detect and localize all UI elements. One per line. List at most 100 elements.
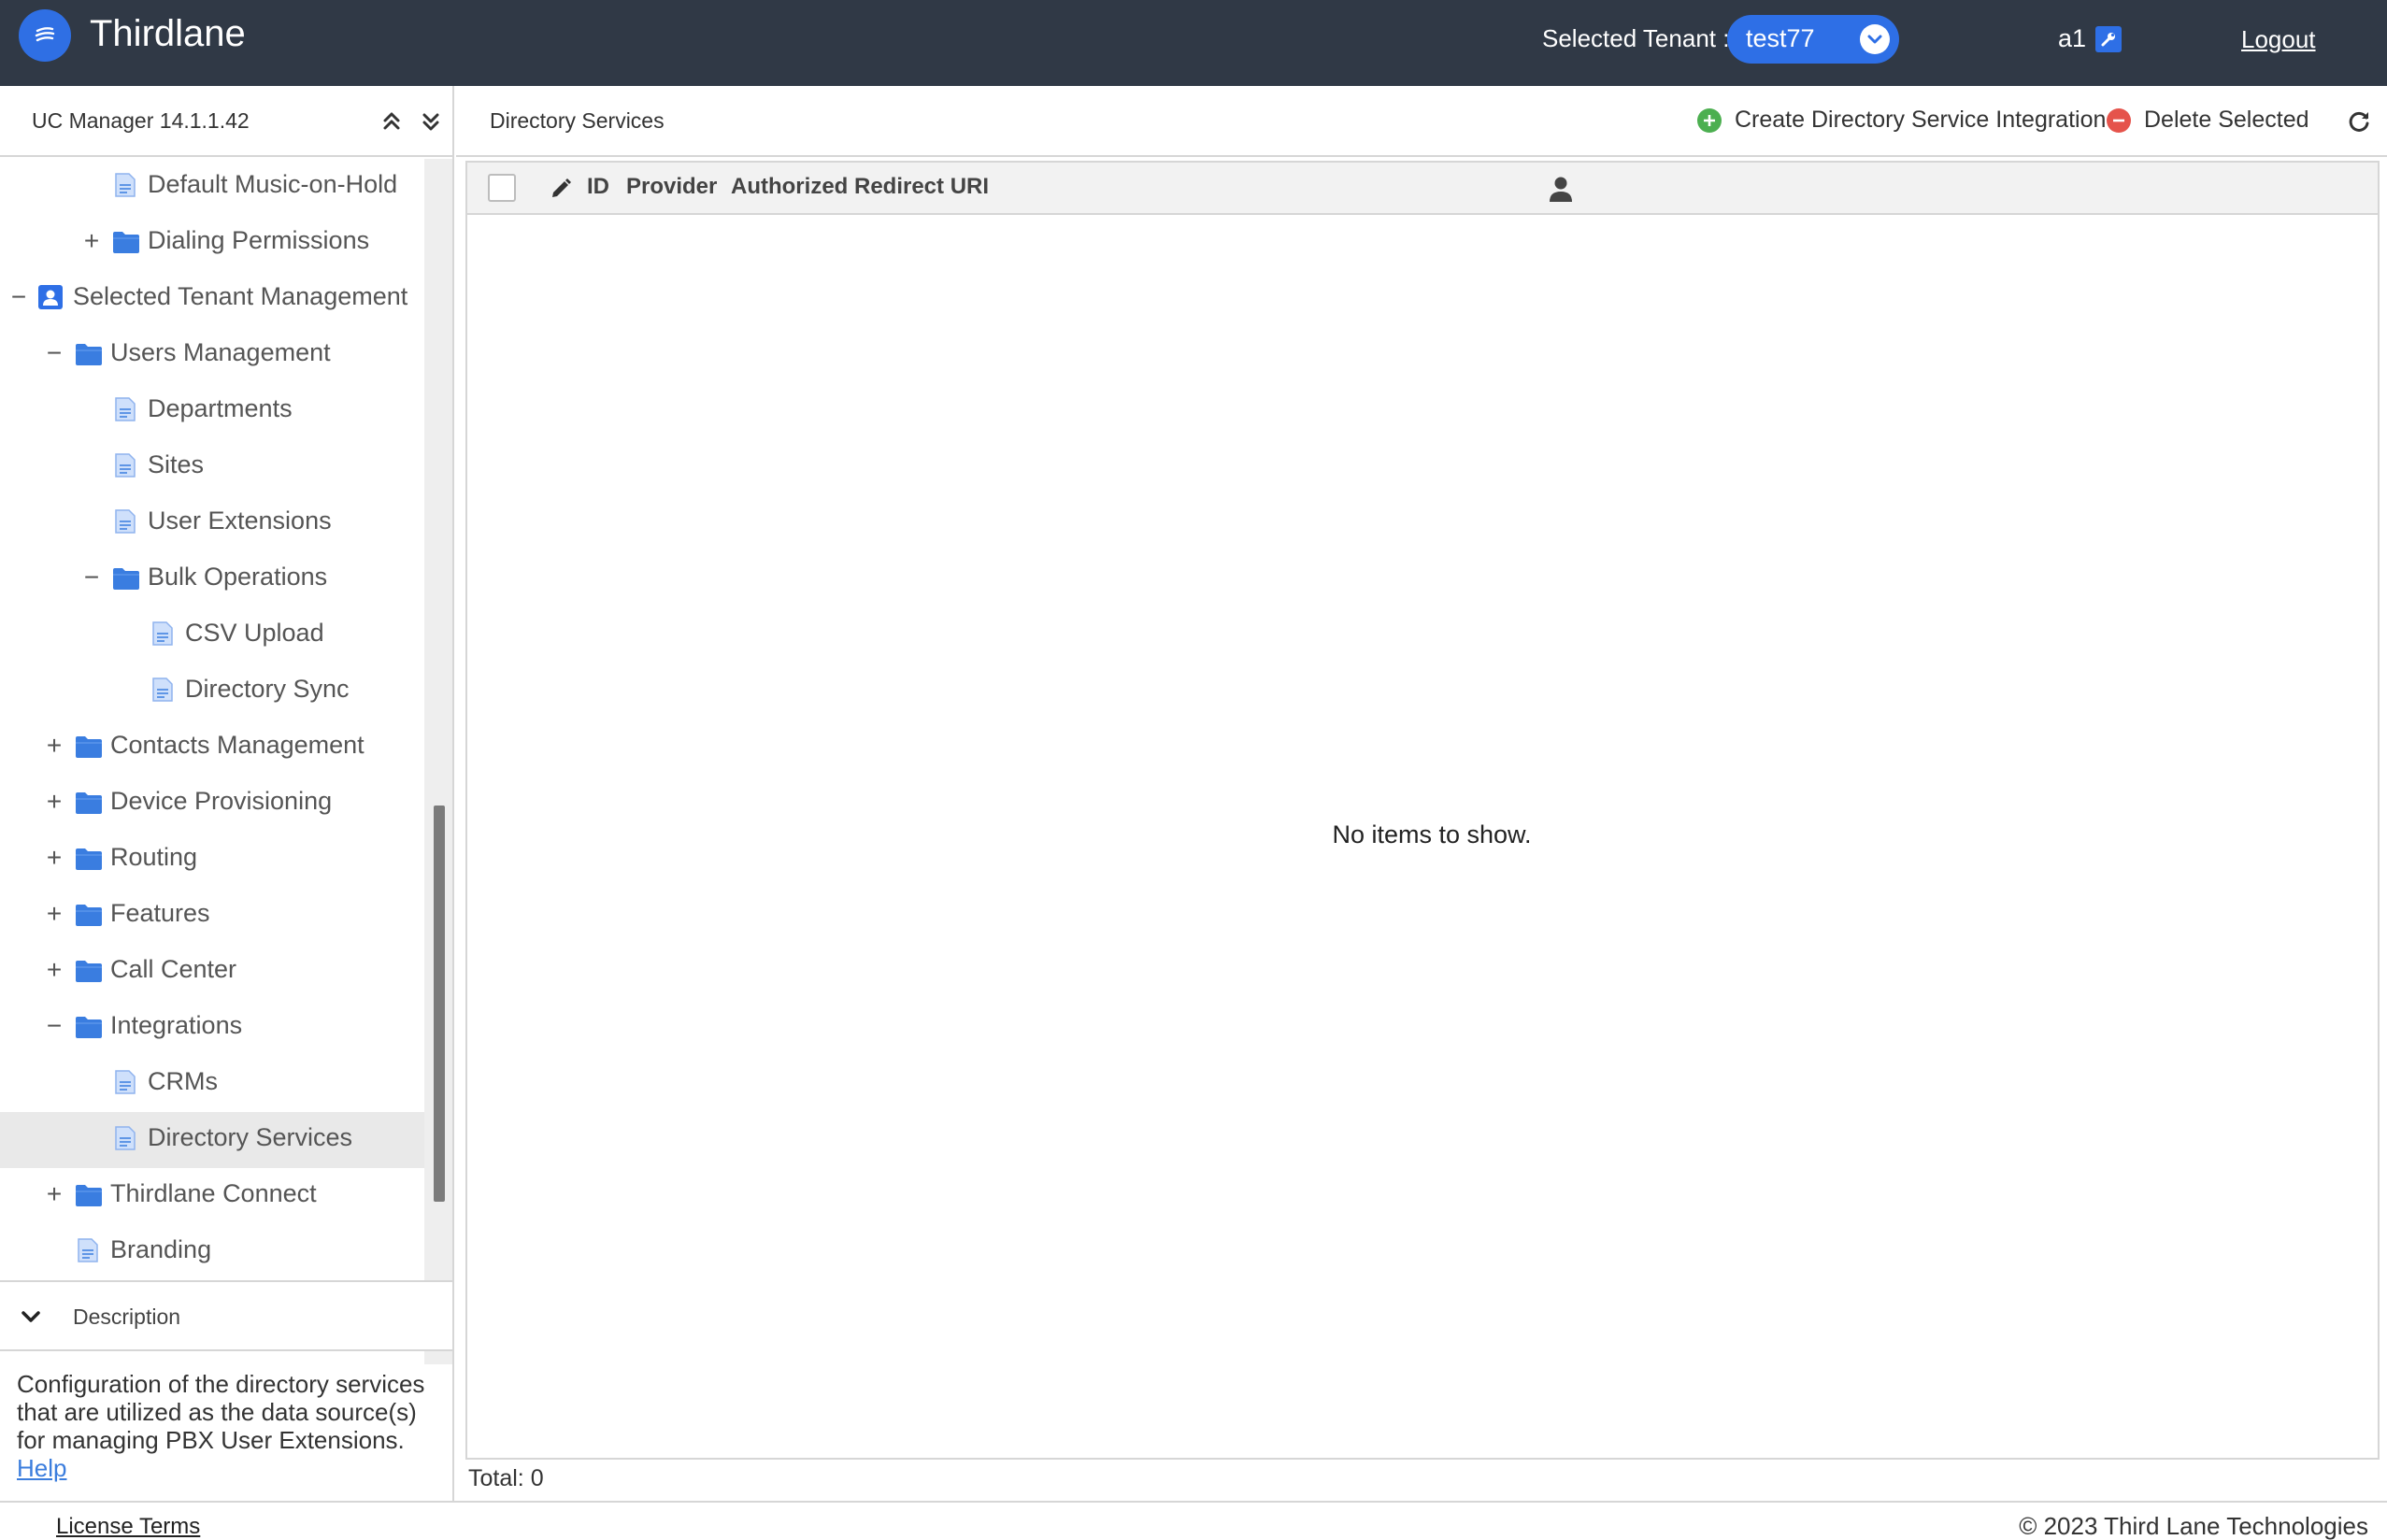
user-name[interactable]: a1 [2058,24,2086,53]
tree-item-label[interactable]: CRMs [148,1067,218,1096]
tree-item[interactable]: − Integrations [0,1000,424,1056]
tree-item[interactable]: + Call Center [0,944,424,1000]
column-header-redirect-uri[interactable]: Authorized Redirect URI [731,174,989,200]
tree-item-label[interactable]: Branding [110,1235,211,1264]
license-terms-link[interactable]: License Terms [56,1514,200,1540]
footer: License Terms © 2023 Third Lane Technolo… [0,1501,2387,1540]
tree-item-label[interactable]: User Extensions [148,506,332,535]
tree-item-label[interactable]: Default Music-on-Hold [148,170,397,199]
folder-icon [75,734,103,763]
tree-item[interactable]: CSV Upload [0,607,424,663]
tree-item-label[interactable]: Bulk Operations [148,563,327,592]
tree-item[interactable]: CRMs [0,1056,424,1112]
collapse-icon[interactable]: − [80,563,103,592]
directory-services-grid: ID Provider Authorized Redirect URI No i… [465,161,2380,1460]
folder-icon [75,903,103,932]
tree-item-label[interactable]: Dialing Permissions [148,226,369,255]
folder-icon [112,230,140,259]
tree-item-label[interactable]: Users Management [110,338,331,367]
tree-item[interactable]: + Contacts Management [0,720,424,776]
page-icon [114,1069,136,1100]
expand-icon[interactable]: + [43,956,65,984]
column-header-id[interactable]: ID [587,174,609,200]
tree-item-label[interactable]: Directory Sync [185,675,350,704]
tree-item-label[interactable]: Routing [110,843,197,872]
tree-item[interactable]: Branding [0,1224,424,1280]
page-icon [151,620,174,651]
page-icon [114,1125,136,1156]
wrench-icon[interactable] [2095,26,2122,52]
tree-item-label[interactable]: CSV Upload [185,619,324,648]
collapse-icon[interactable]: − [7,283,30,311]
expand-icon[interactable]: + [43,1180,65,1208]
tree-item-label[interactable]: Directory Services [148,1123,352,1152]
tree-item-label[interactable]: Contacts Management [110,731,364,760]
expand-icon[interactable]: + [80,227,103,255]
tree-scrollbar-thumb[interactable] [434,806,445,1202]
tenant-icon [37,284,64,315]
collapse-icon[interactable]: − [43,1012,65,1040]
sidebar-header: UC Manager 14.1.1.42 [0,86,452,157]
tree-item[interactable]: − Selected Tenant Management [0,271,424,327]
help-link[interactable]: Help [17,1454,66,1482]
create-integration-label: Create Directory Service Integration [1735,107,2107,133]
user-icon[interactable] [1548,174,1574,208]
tree-item[interactable]: Default Music-on-Hold [0,159,424,215]
sidebar: UC Manager 14.1.1.42 Default Music-on-Ho… [0,86,454,1501]
empty-message: No items to show. [1332,820,1532,848]
tree-item[interactable]: − Bulk Operations [0,551,424,607]
navigation-tree: Default Music-on-Hold + Dialing Permission… [0,159,424,1364]
delete-selected-label: Delete Selected [2144,107,2309,133]
grid-header: ID Provider Authorized Redirect URI [467,163,2378,215]
tree-item-label[interactable]: Integrations [110,1011,242,1040]
tree-item[interactable]: − Users Management [0,327,424,383]
tree-item[interactable]: + Features [0,888,424,944]
description-body: Configuration of the directory services … [17,1370,437,1482]
tree-item-label[interactable]: Call Center [110,955,236,984]
folder-icon [112,566,140,595]
page-icon [77,1237,99,1268]
expand-icon[interactable]: + [43,844,65,872]
tree-item-label[interactable]: Selected Tenant Management [73,282,407,311]
tree-item[interactable]: Departments [0,383,424,439]
tree-item-label[interactable]: Device Provisioning [110,787,332,816]
app-title: Thirdlane [90,13,246,54]
tree-item-label[interactable]: Departments [148,394,293,423]
page-icon [114,452,136,483]
tree-item[interactable]: Directory Services [0,1112,424,1168]
tree-item[interactable]: + Thirdlane Connect [0,1168,424,1224]
collapse-all-icon[interactable] [378,107,406,136]
folder-icon [75,1183,103,1212]
tree-item[interactable]: Directory Sync [0,663,424,720]
description-text: Configuration of the directory services … [17,1370,425,1454]
tree-item-label[interactable]: Sites [148,450,204,479]
version-label: UC Manager 14.1.1.42 [32,108,250,133]
page-icon [114,172,136,203]
collapse-icon[interactable]: − [43,339,65,367]
edit-pencil-icon [548,176,574,207]
refresh-icon[interactable] [2344,107,2374,136]
select-all-checkbox[interactable] [488,174,516,202]
tree-item[interactable]: User Extensions [0,495,424,551]
tree-item[interactable]: + Dialing Permissions [0,215,424,271]
column-header-provider[interactable]: Provider [626,174,717,200]
total-count: Total: 0 [468,1465,544,1491]
tree-scrollbar[interactable] [424,159,452,1364]
expand-icon[interactable]: + [43,788,65,816]
tree-item[interactable]: + Device Provisioning [0,776,424,832]
tenant-select[interactable]: test77 [1727,15,1899,64]
description-header[interactable]: Description [0,1280,452,1351]
expand-icon[interactable]: + [43,732,65,760]
tree-item-label[interactable]: Features [110,899,210,928]
folder-icon [75,847,103,876]
tree-item[interactable]: Sites [0,439,424,495]
chevron-down-icon[interactable] [17,1305,45,1335]
folder-icon [75,342,103,371]
tenant-label: Selected Tenant : [1542,24,1730,52]
tree-item-label[interactable]: Thirdlane Connect [110,1179,317,1208]
chevron-down-icon[interactable] [1860,24,1890,54]
expand-icon[interactable]: + [43,900,65,928]
logout-link[interactable]: Logout [2241,25,2316,54]
expand-all-icon[interactable] [417,107,445,136]
tree-item[interactable]: + Routing [0,832,424,888]
